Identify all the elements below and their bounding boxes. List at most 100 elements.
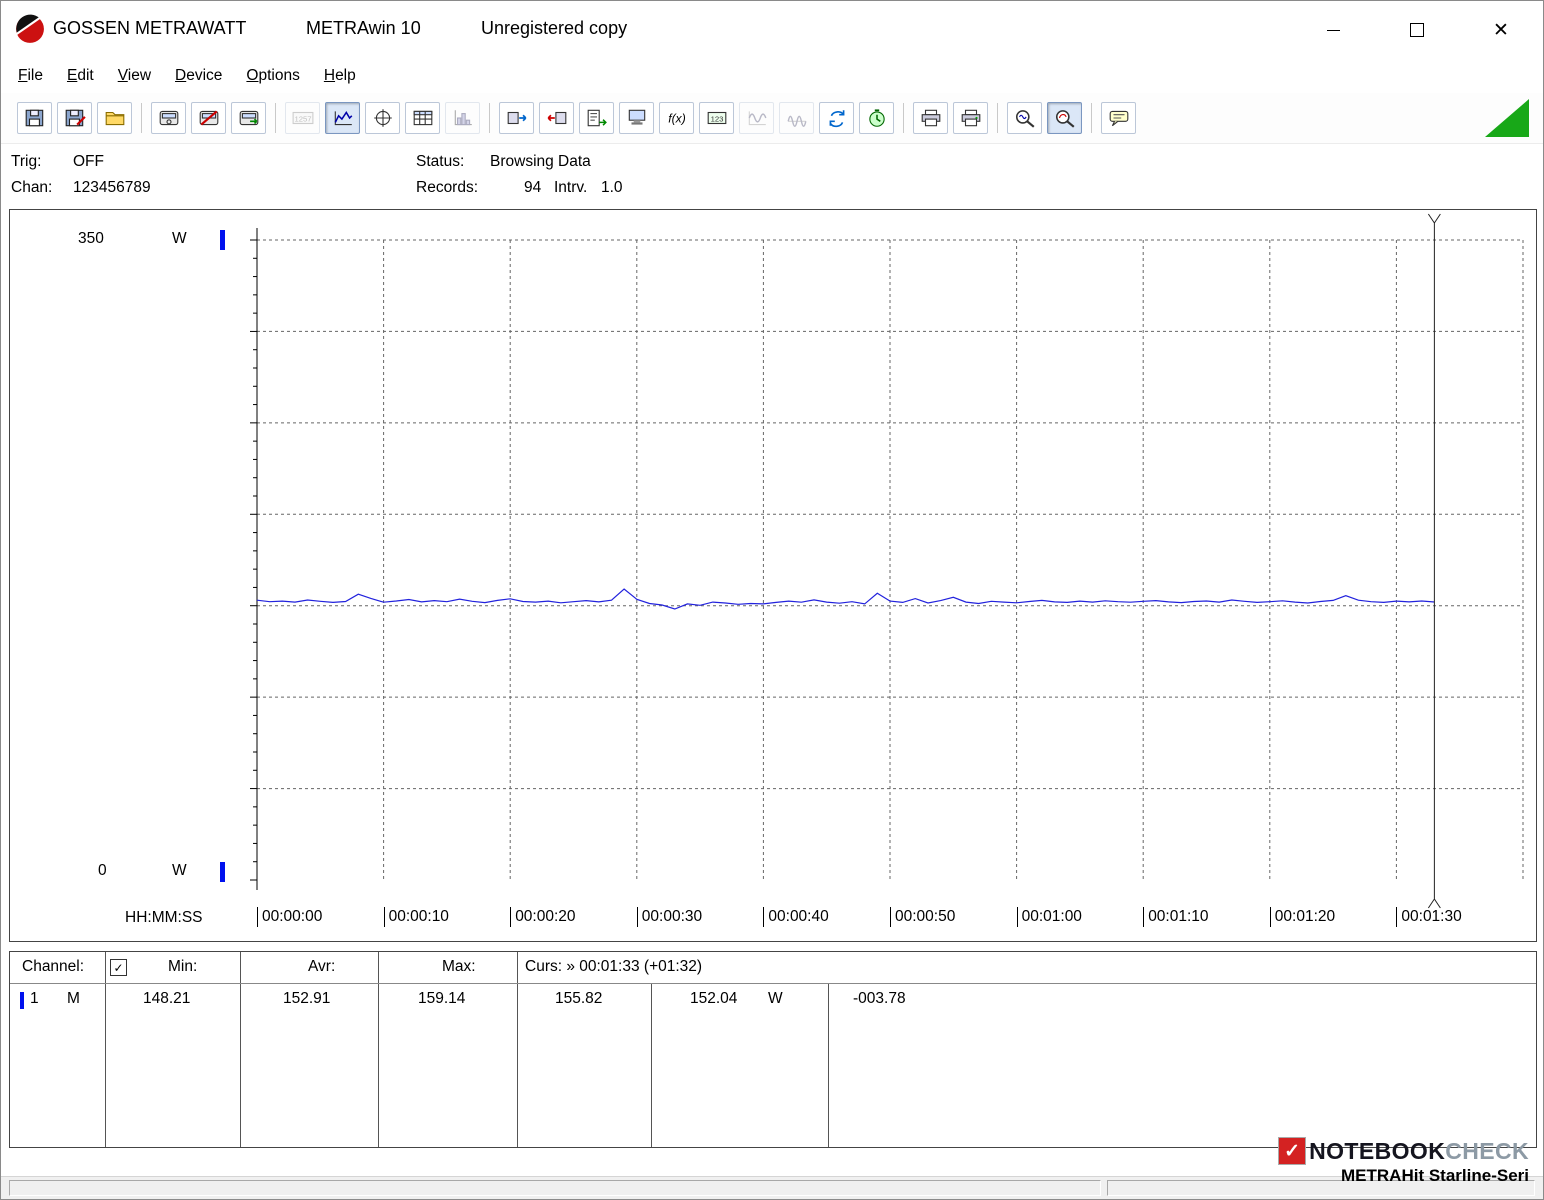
timer-icon <box>866 108 888 128</box>
close-button[interactable]: ✕ <box>1459 1 1543 59</box>
save-button[interactable] <box>17 102 52 134</box>
column-divider <box>517 952 518 1147</box>
menu-edit[interactable]: Edit <box>55 61 106 91</box>
readout-min-value: 148.21 <box>143 990 191 1007</box>
print-icon <box>920 108 942 128</box>
annotate-button[interactable] <box>1101 102 1136 134</box>
view-table-button[interactable] <box>405 102 440 134</box>
view-trend-button[interactable] <box>325 102 360 134</box>
chan-label: Chan: <box>11 179 53 196</box>
menu-device[interactable]: Device <box>163 61 234 91</box>
svg-text:1257: 1257 <box>294 114 311 123</box>
x-tick-label: 00:00:00 <box>257 907 322 927</box>
readout-panel: Channel: ✓ Min: Avr: Max: Curs: » 00:01:… <box>9 951 1537 1148</box>
device-connect-button[interactable] <box>231 102 266 134</box>
y-axis-max-label: 350 <box>78 230 104 247</box>
trig-value: OFF <box>73 153 104 170</box>
x-tick-label: 00:01:00 <box>1016 907 1082 927</box>
trend-chart-panel: 350 W 0 W HH:MM:SS 00:00:00 00:00:10 00:00… <box>9 209 1537 942</box>
zoom-horizontal-button[interactable] <box>1007 102 1042 134</box>
zoom-curve-icon <box>1054 108 1076 128</box>
status-bar-cell-left <box>9 1180 1101 1196</box>
device-display-button[interactable]: 123 <box>699 102 734 134</box>
zoom-curve-button[interactable] <box>1047 102 1082 134</box>
trend-plot-svg[interactable] <box>10 210 1536 941</box>
minimize-icon <box>1326 29 1340 31</box>
gossen-metrawatt-logo-icon <box>15 14 44 43</box>
trig-label: Trig: <box>11 153 42 170</box>
annotate-icon <box>1108 108 1130 128</box>
channel1-range-marker-bottom <box>220 862 225 882</box>
import-data-icon <box>506 108 528 128</box>
app-title: METRAwin 10 <box>306 18 421 38</box>
read-memory-icon <box>626 108 648 128</box>
menu-help[interactable]: Help <box>312 61 368 91</box>
readout-header-min: Min: <box>168 958 198 975</box>
cursor-handle-top[interactable] <box>1427 213 1441 232</box>
print-preview-icon <box>960 108 982 128</box>
x-tick-label: 00:00:50 <box>890 907 955 927</box>
maximize-button[interactable] <box>1375 1 1459 59</box>
toolbar-separator <box>141 103 142 133</box>
toolbar-separator <box>489 103 490 133</box>
readout-header-avr: Avr: <box>308 958 336 975</box>
x-tick-label: 00:00:10 <box>383 907 449 927</box>
device-setup-icon <box>158 108 180 128</box>
readout-header-channel: Channel: <box>22 958 85 975</box>
records-value: 94 <box>524 179 542 196</box>
view-histogram-button[interactable] <box>445 102 480 134</box>
license-status: Unregistered copy <box>481 18 628 38</box>
read-memory-button[interactable] <box>619 102 654 134</box>
menu-options[interactable]: Options <box>234 61 311 91</box>
device-disconnect-button[interactable] <box>191 102 226 134</box>
close-icon: ✕ <box>1493 19 1509 41</box>
channel-visible-checkbox[interactable]: ✓ <box>110 959 127 976</box>
readout-channel-mode: M <box>67 990 80 1007</box>
waveform-a-button[interactable] <box>739 102 774 134</box>
x-tick-label: 00:00:30 <box>636 907 702 927</box>
channel1-range-marker-top <box>220 230 225 250</box>
print-preview-button[interactable] <box>953 102 988 134</box>
export-data-button[interactable] <box>539 102 574 134</box>
readout-header-cursor: Curs: » 00:01:33 (+01:32) <box>525 958 703 975</box>
app-window: GOSSEN METRAWATT METRAwin 10 Unregistere… <box>0 0 1544 1200</box>
device-disconnect-icon <box>198 108 220 128</box>
device-setup-button[interactable] <box>151 102 186 134</box>
title-bar: GOSSEN METRAWATT METRAwin 10 Unregistere… <box>1 1 1543 59</box>
status-label: Status: <box>416 153 465 170</box>
channel1-color-marker <box>20 992 24 1009</box>
menu-file[interactable]: File <box>6 61 55 91</box>
print-button[interactable] <box>913 102 948 134</box>
vendor-name: GOSSEN METRAWATT <box>53 18 247 38</box>
header-divider <box>10 983 1536 984</box>
view-scope-button[interactable] <box>365 102 400 134</box>
notebookcheck-logo-icon: ✓ <box>1278 1137 1307 1165</box>
view-scope-icon <box>372 108 394 128</box>
watermark: ✓ NOTEBOOKCHECK METRAHit Starline-Seri <box>1278 1137 1529 1186</box>
readout-cursor-b-value: 152.04 <box>690 990 738 1007</box>
chan-value: 123456789 <box>73 179 151 196</box>
view-table-icon <box>412 108 434 128</box>
brand-notebook: NOTEBOOK <box>1309 1137 1446 1164</box>
lcd-display-button[interactable]: 1257 <box>285 102 320 134</box>
data-exchange-button[interactable] <box>819 102 854 134</box>
read-list-button[interactable] <box>579 102 614 134</box>
y-axis-unit-bottom: W <box>172 862 187 879</box>
save-as-button[interactable] <box>57 102 92 134</box>
formula-button[interactable]: f(x) <box>659 102 694 134</box>
toolbar: 1257 f(x) 123 <box>1 93 1543 144</box>
minimize-button[interactable] <box>1291 1 1375 59</box>
menu-view[interactable]: View <box>106 61 163 91</box>
svg-text:123: 123 <box>710 114 723 123</box>
svg-text:f(x): f(x) <box>668 111 685 125</box>
waveform-b-button[interactable] <box>779 102 814 134</box>
toolbar-separator <box>997 103 998 133</box>
timer-button[interactable] <box>859 102 894 134</box>
status-value: Browsing Data <box>490 153 591 170</box>
view-histogram-icon <box>452 108 474 128</box>
y-axis-unit-top: W <box>172 230 187 247</box>
brand-check: CHECK <box>1445 1137 1529 1164</box>
column-divider <box>651 983 652 1147</box>
open-button[interactable] <box>97 102 132 134</box>
import-data-button[interactable] <box>499 102 534 134</box>
